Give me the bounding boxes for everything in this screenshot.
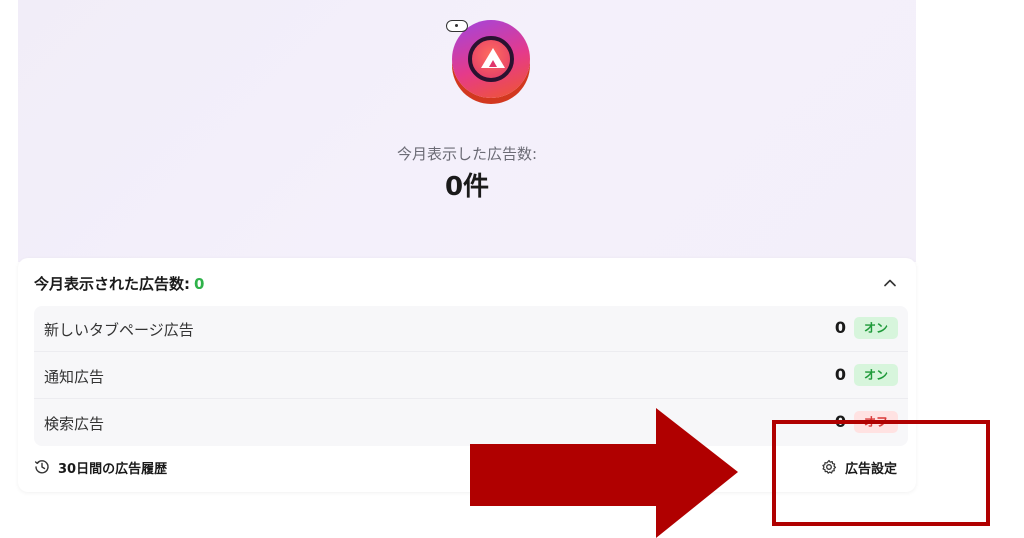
ad-type-status-toggle[interactable]: オン: [854, 364, 898, 386]
rewards-ads-panel: 今月表示した広告数: 0件 今月表示された広告数: 0 新しいタブページ広告 0 …: [0, 0, 1024, 538]
list-item-notification-ads: 通知広告 0 オン: [34, 353, 908, 399]
ads-summary-header-count: 0: [194, 275, 205, 293]
monthly-ads-caption: 今月表示した広告数:: [396, 145, 538, 163]
ad-type-label: 通知広告: [44, 368, 105, 386]
ad-type-label: 検索広告: [44, 415, 105, 433]
ads-summary-header-label: 今月表示された広告数:: [34, 275, 190, 293]
arrow-right-annotation: [470, 408, 738, 538]
monthly-ads-count: 0件: [444, 172, 490, 202]
highlight-box-annotation: [772, 420, 990, 526]
list-item-new-tab-ads: 新しいタブページ広告 0 オン: [34, 306, 908, 352]
ad-type-label: 新しいタブページ広告: [44, 321, 194, 339]
ad-type-count: 0: [834, 365, 846, 384]
history-clock-icon: [34, 460, 49, 474]
ad-type-status-toggle[interactable]: オン: [854, 317, 898, 339]
ad-type-count: 0: [834, 318, 846, 337]
ads-history-link[interactable]: 30日間の広告履歴: [34, 457, 167, 477]
hero-section: 今月表示した広告数: 0件: [18, 0, 916, 262]
chevron-up-icon[interactable]: [884, 277, 896, 289]
brave-rewards-bat-icon: [446, 16, 532, 108]
ads-summary-header: 今月表示された広告数: 0: [34, 273, 204, 294]
ads-history-label: 30日間の広告履歴: [58, 461, 168, 477]
